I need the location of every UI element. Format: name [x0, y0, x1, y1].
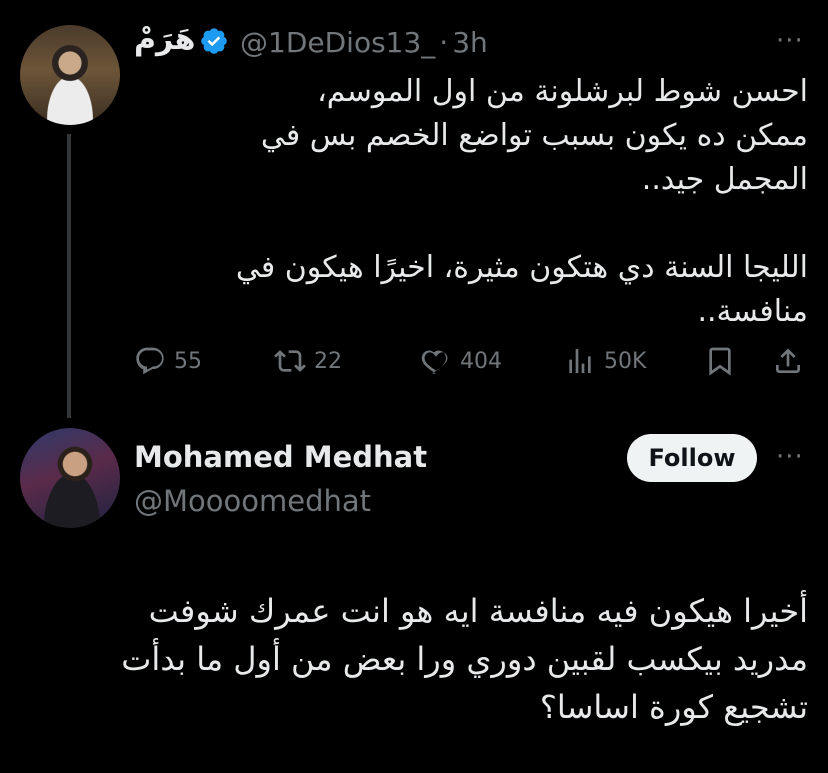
tweet-line: المجمل جيد..: [641, 162, 808, 197]
views-count: 50K: [604, 348, 647, 374]
like-count: 404: [460, 348, 502, 374]
tweet-line: الليجا السنة دي هتكون مثيرة، اخيرًا هيكو…: [235, 250, 808, 285]
avatar[interactable]: [20, 25, 120, 125]
tweet-line: مدريد بيكسب لقبين دوري ورا بعض من أول ما…: [121, 640, 808, 678]
repost-icon: [274, 350, 306, 372]
tweet-line: منافسة..: [697, 294, 808, 329]
tweet-body: احسن شوط لبرشلونة من اول الموسم، ممكن ده…: [168, 70, 808, 334]
views-icon: [569, 349, 591, 373]
heart-icon: [421, 350, 448, 374]
tweet-body: أخيرا هيكون فيه منافسة ايه هو انت عمرك ش…: [88, 587, 808, 731]
like-button[interactable]: 404: [420, 343, 502, 379]
author-handle[interactable]: @1DeDios13_ · 3h: [240, 26, 488, 59]
reply-count: 55: [174, 348, 202, 374]
bookmark-button[interactable]: [704, 343, 736, 379]
share-icon: [776, 348, 800, 373]
author-handle[interactable]: @Moooomedhat: [134, 484, 371, 518]
reply-button[interactable]: 55: [134, 343, 202, 379]
repost-button[interactable]: 22: [274, 343, 342, 379]
follow-button[interactable]: Follow: [627, 434, 757, 482]
views-button[interactable]: 50K: [564, 343, 646, 379]
timestamp: 3h: [452, 26, 488, 59]
tweet-line: احسن شوط لبرشلونة من اول الموسم،: [317, 74, 808, 109]
reply-icon: [136, 347, 164, 375]
more-dots-icon[interactable]: ···: [776, 442, 804, 472]
tweet-line: أخيرا هيكون فيه منافسة ايه هو انت عمرك ش…: [148, 592, 808, 630]
tweet-line: ممكن ده يكون بسبب تواضع الخصم بس في: [260, 118, 808, 153]
display-name[interactable]: هَرَمْ: [134, 22, 195, 57]
avatar[interactable]: [20, 428, 120, 528]
verified-badge-icon: [201, 28, 227, 54]
action-bar: 55 22 404 50K: [134, 343, 814, 379]
bookmark-icon: [709, 347, 731, 376]
thread-line: [67, 134, 71, 418]
repost-count: 22: [314, 348, 342, 374]
share-button[interactable]: [772, 343, 804, 379]
more-dots-icon[interactable]: ···: [776, 26, 804, 56]
tweet-line: تشجيع كورة اساسا؟: [539, 688, 808, 726]
display-name[interactable]: Mohamed Medhat: [134, 440, 427, 474]
